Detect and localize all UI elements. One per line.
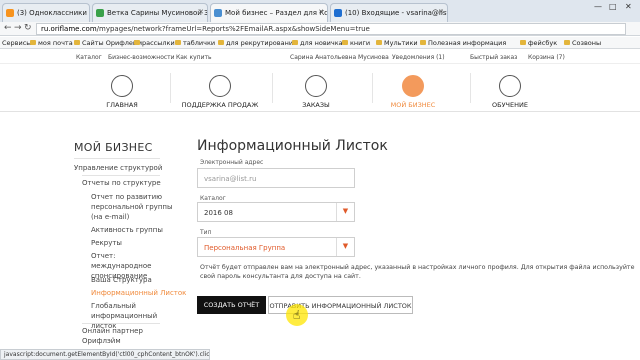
close-icon[interactable]: ✕ (438, 8, 444, 16)
people-icon (402, 75, 424, 97)
create-report-button[interactable]: СОЗДАТЬ ОТЧЁТ (197, 296, 266, 314)
type-select[interactable]: Персональная Группа ▼ (197, 237, 355, 257)
folder-icon (520, 40, 526, 45)
catalog-link[interactable]: Каталог (76, 54, 102, 61)
tab-inbox[interactable]: (10) Входящие - vsarina@list.ru ✕ (330, 3, 448, 22)
folder-icon (376, 40, 382, 45)
email-label: Электронный адрес (200, 159, 264, 166)
how-to-buy-link[interactable]: Как купить (176, 54, 212, 61)
bookmarks-bar: Сервисы моя почта Сайты Орифлейм рассылк… (0, 37, 640, 49)
quick-order-link[interactable]: Быстрый заказ (470, 54, 517, 61)
reload-icon[interactable]: ↻ (24, 23, 32, 33)
bag-icon (305, 75, 327, 97)
gauge-icon (111, 75, 133, 97)
tab-vetka[interactable]: Ветка Сарины Мусиновой 3 - О ✕ (92, 3, 208, 22)
email-field[interactable]: vsarina@list.ru (197, 168, 355, 188)
folder-icon (74, 40, 80, 45)
chevron-down-icon: ▼ (336, 203, 354, 221)
folder-icon (218, 40, 224, 45)
bookmark-recruiting[interactable]: для рекрутирования (218, 39, 297, 47)
nav-divider (170, 73, 171, 103)
folder-icon (564, 40, 570, 45)
mail-icon (334, 9, 342, 17)
bookmark-mailings[interactable]: рассылки (134, 39, 175, 47)
minimize-icon[interactable]: — (594, 2, 602, 11)
sidebar-divider (82, 175, 160, 176)
maximize-icon[interactable]: □ (609, 2, 617, 11)
url-input[interactable]: ru.oriflame.com/mypages/network?frameUrl… (36, 23, 626, 35)
folder-icon (292, 40, 298, 45)
hand-cursor-icon: ☝ (293, 308, 301, 322)
folder-icon (420, 40, 426, 45)
close-window-icon[interactable]: ✕ (625, 2, 632, 11)
nav-divider (272, 73, 273, 103)
folder-icon (30, 40, 36, 45)
nav-orders[interactable]: ЗАКАЗЫ (284, 65, 348, 112)
cart-link[interactable]: Корзина (7) (528, 54, 565, 61)
oriflame-icon (214, 9, 222, 17)
nav-my-business[interactable]: МОЙ БИЗНЕС (381, 65, 445, 112)
sidebar-item-structure-reports[interactable]: Отчеты по структуре (82, 178, 161, 188)
user-name[interactable]: Сарина Анатольевна Мусинова (290, 54, 389, 61)
bookmark-calls[interactable]: Созвоны (564, 39, 601, 47)
folder-icon (134, 40, 140, 45)
folder-icon (342, 40, 348, 45)
bookmark-tables[interactable]: таблички (175, 39, 215, 47)
address-bar: ← → ↻ ru.oriflame.com/mypages/network?fr… (0, 22, 640, 36)
nav-divider (470, 73, 471, 103)
bookmark-books[interactable]: книги (342, 39, 370, 47)
sidebar-item-online-partner[interactable]: Онлайн партнер Орифлэйм (82, 326, 162, 346)
sidebar-divider (74, 158, 160, 159)
browser-tab-strip: (3) Одноклассники Ветка Сарины Мусиновой… (0, 0, 640, 22)
sidebar-item-recruits[interactable]: Рекруты (91, 238, 122, 248)
business-link[interactable]: Бизнес-возможности (108, 54, 175, 61)
nav-training[interactable]: ОБУЧЕНИЕ (478, 65, 542, 112)
sidebar-item-info-sheet[interactable]: Информационный Листок (91, 288, 186, 298)
sheet-icon (96, 9, 104, 17)
nav-divider (372, 73, 373, 103)
sidebar-item-group-development[interactable]: Отчет по развитию персональной группы (н… (91, 192, 177, 222)
browser-status-bar: javascript:document.getElementById('ctl0… (0, 349, 210, 360)
diploma-icon (499, 75, 521, 97)
tab-my-business[interactable]: Мой бизнес – Раздел для Кон ✕ (210, 3, 328, 22)
sidebar-divider (82, 323, 160, 324)
sidebar-item-group-activity[interactable]: Активность группы (91, 225, 163, 235)
notifications-link[interactable]: Уведомления (1) (392, 54, 445, 61)
catalog-label: Каталог (200, 195, 226, 202)
sidebar-item-your-structure[interactable]: Ваша Структура (91, 275, 152, 285)
tab-odnoklassniki[interactable]: (3) Одноклассники (2, 3, 90, 22)
sidebar-item-structure-management[interactable]: Управление структурой (74, 163, 162, 173)
bookmark-services[interactable]: Сервисы (2, 39, 31, 47)
close-icon[interactable]: ✕ (198, 8, 204, 16)
forward-icon[interactable]: → (14, 23, 22, 33)
nav-sales-support[interactable]: ПОДДЕРЖКА ПРОДАЖ (176, 65, 264, 112)
bookmark-useful-info[interactable]: Полезная информация (420, 39, 506, 47)
sidebar-title: МОЙ БИЗНЕС (74, 141, 153, 154)
bookmark-newbie[interactable]: для новичка (292, 39, 343, 47)
back-icon[interactable]: ← (4, 23, 12, 33)
chevron-down-icon: ▼ (336, 238, 354, 256)
site-top-bar: Каталог Бизнес-возможности Как купить Са… (0, 50, 640, 64)
nav-home[interactable]: ГЛАВНАЯ (90, 65, 154, 112)
type-label: Тип (200, 229, 212, 236)
bookmark-mail[interactable]: моя почта (30, 39, 73, 47)
bookmark-facebook[interactable]: фейсбук (520, 39, 557, 47)
folder-icon (175, 40, 181, 45)
info-text: Отчёт будет отправлен вам на электронный… (200, 264, 635, 280)
bookmark-cartoons[interactable]: Мультики (376, 39, 418, 47)
main-navigation: ГЛАВНАЯ ПОДДЕРЖКА ПРОДАЖ ЗАКАЗЫ МОЙ БИЗН… (0, 65, 640, 112)
close-icon[interactable]: ✕ (318, 8, 324, 16)
bookmark-oriflame-sites[interactable]: Сайты Орифлейм (74, 39, 142, 47)
catalog-select[interactable]: 2016 08 ▼ (197, 202, 355, 222)
odnoklassniki-icon (6, 9, 14, 17)
lipstick-icon (209, 75, 231, 97)
page-title: Информационный Листок (197, 138, 388, 154)
